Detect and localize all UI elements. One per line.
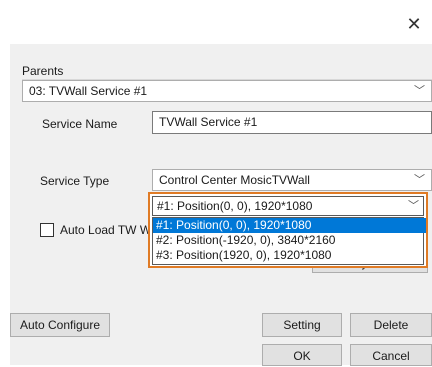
auto-load-label: Auto Load TW W <box>60 223 150 237</box>
service-name-label: Service Name <box>42 117 118 131</box>
cancel-button[interactable]: Cancel <box>350 344 432 366</box>
chevron-down-icon: ﹀ <box>408 200 419 212</box>
monitor-option[interactable]: #1: Position(0, 0), 1920*1080 <box>153 218 426 233</box>
auto-load-checkbox[interactable] <box>40 223 54 237</box>
delete-button[interactable]: Delete <box>350 313 432 337</box>
monitor-select[interactable]: #1: Position(0, 0), 1920*1080 ﹀ <box>152 196 424 216</box>
monitor-option[interactable]: #3: Position(1920, 0), 1920*1080 <box>153 248 426 263</box>
service-name-input[interactable]: TVWall Service #1 <box>152 111 432 134</box>
ok-button[interactable]: OK <box>262 344 342 366</box>
service-type-select-value: Control Center MosicTVWall <box>159 173 310 187</box>
service-type-select[interactable]: Control Center MosicTVWall ﹀ <box>152 169 432 191</box>
auto-configure-button[interactable]: Auto Configure <box>10 313 110 337</box>
chevron-down-icon: ﹀ <box>414 85 425 97</box>
monitor-select-value: #1: Position(0, 0), 1920*1080 <box>157 199 313 213</box>
close-icon[interactable]: ✕ <box>404 14 424 34</box>
parents-group-label: Parents <box>22 64 64 78</box>
setting-button[interactable]: Setting <box>262 313 342 337</box>
monitor-option[interactable]: #2: Position(-1920, 0), 3840*2160 <box>153 233 426 248</box>
monitor-options-list: #1: Position(0, 0), 1920*1080 #2: Positi… <box>152 217 426 265</box>
service-type-label: Service Type <box>40 174 110 188</box>
monitor-dropdown: #1: Position(0, 0), 1920*1080 ﹀ #1: Posi… <box>148 192 428 268</box>
parents-select[interactable]: 03: TVWall Service #1 ﹀ <box>22 80 432 102</box>
parents-select-value: 03: TVWall Service #1 <box>29 84 148 98</box>
chevron-down-icon: ﹀ <box>414 174 425 186</box>
